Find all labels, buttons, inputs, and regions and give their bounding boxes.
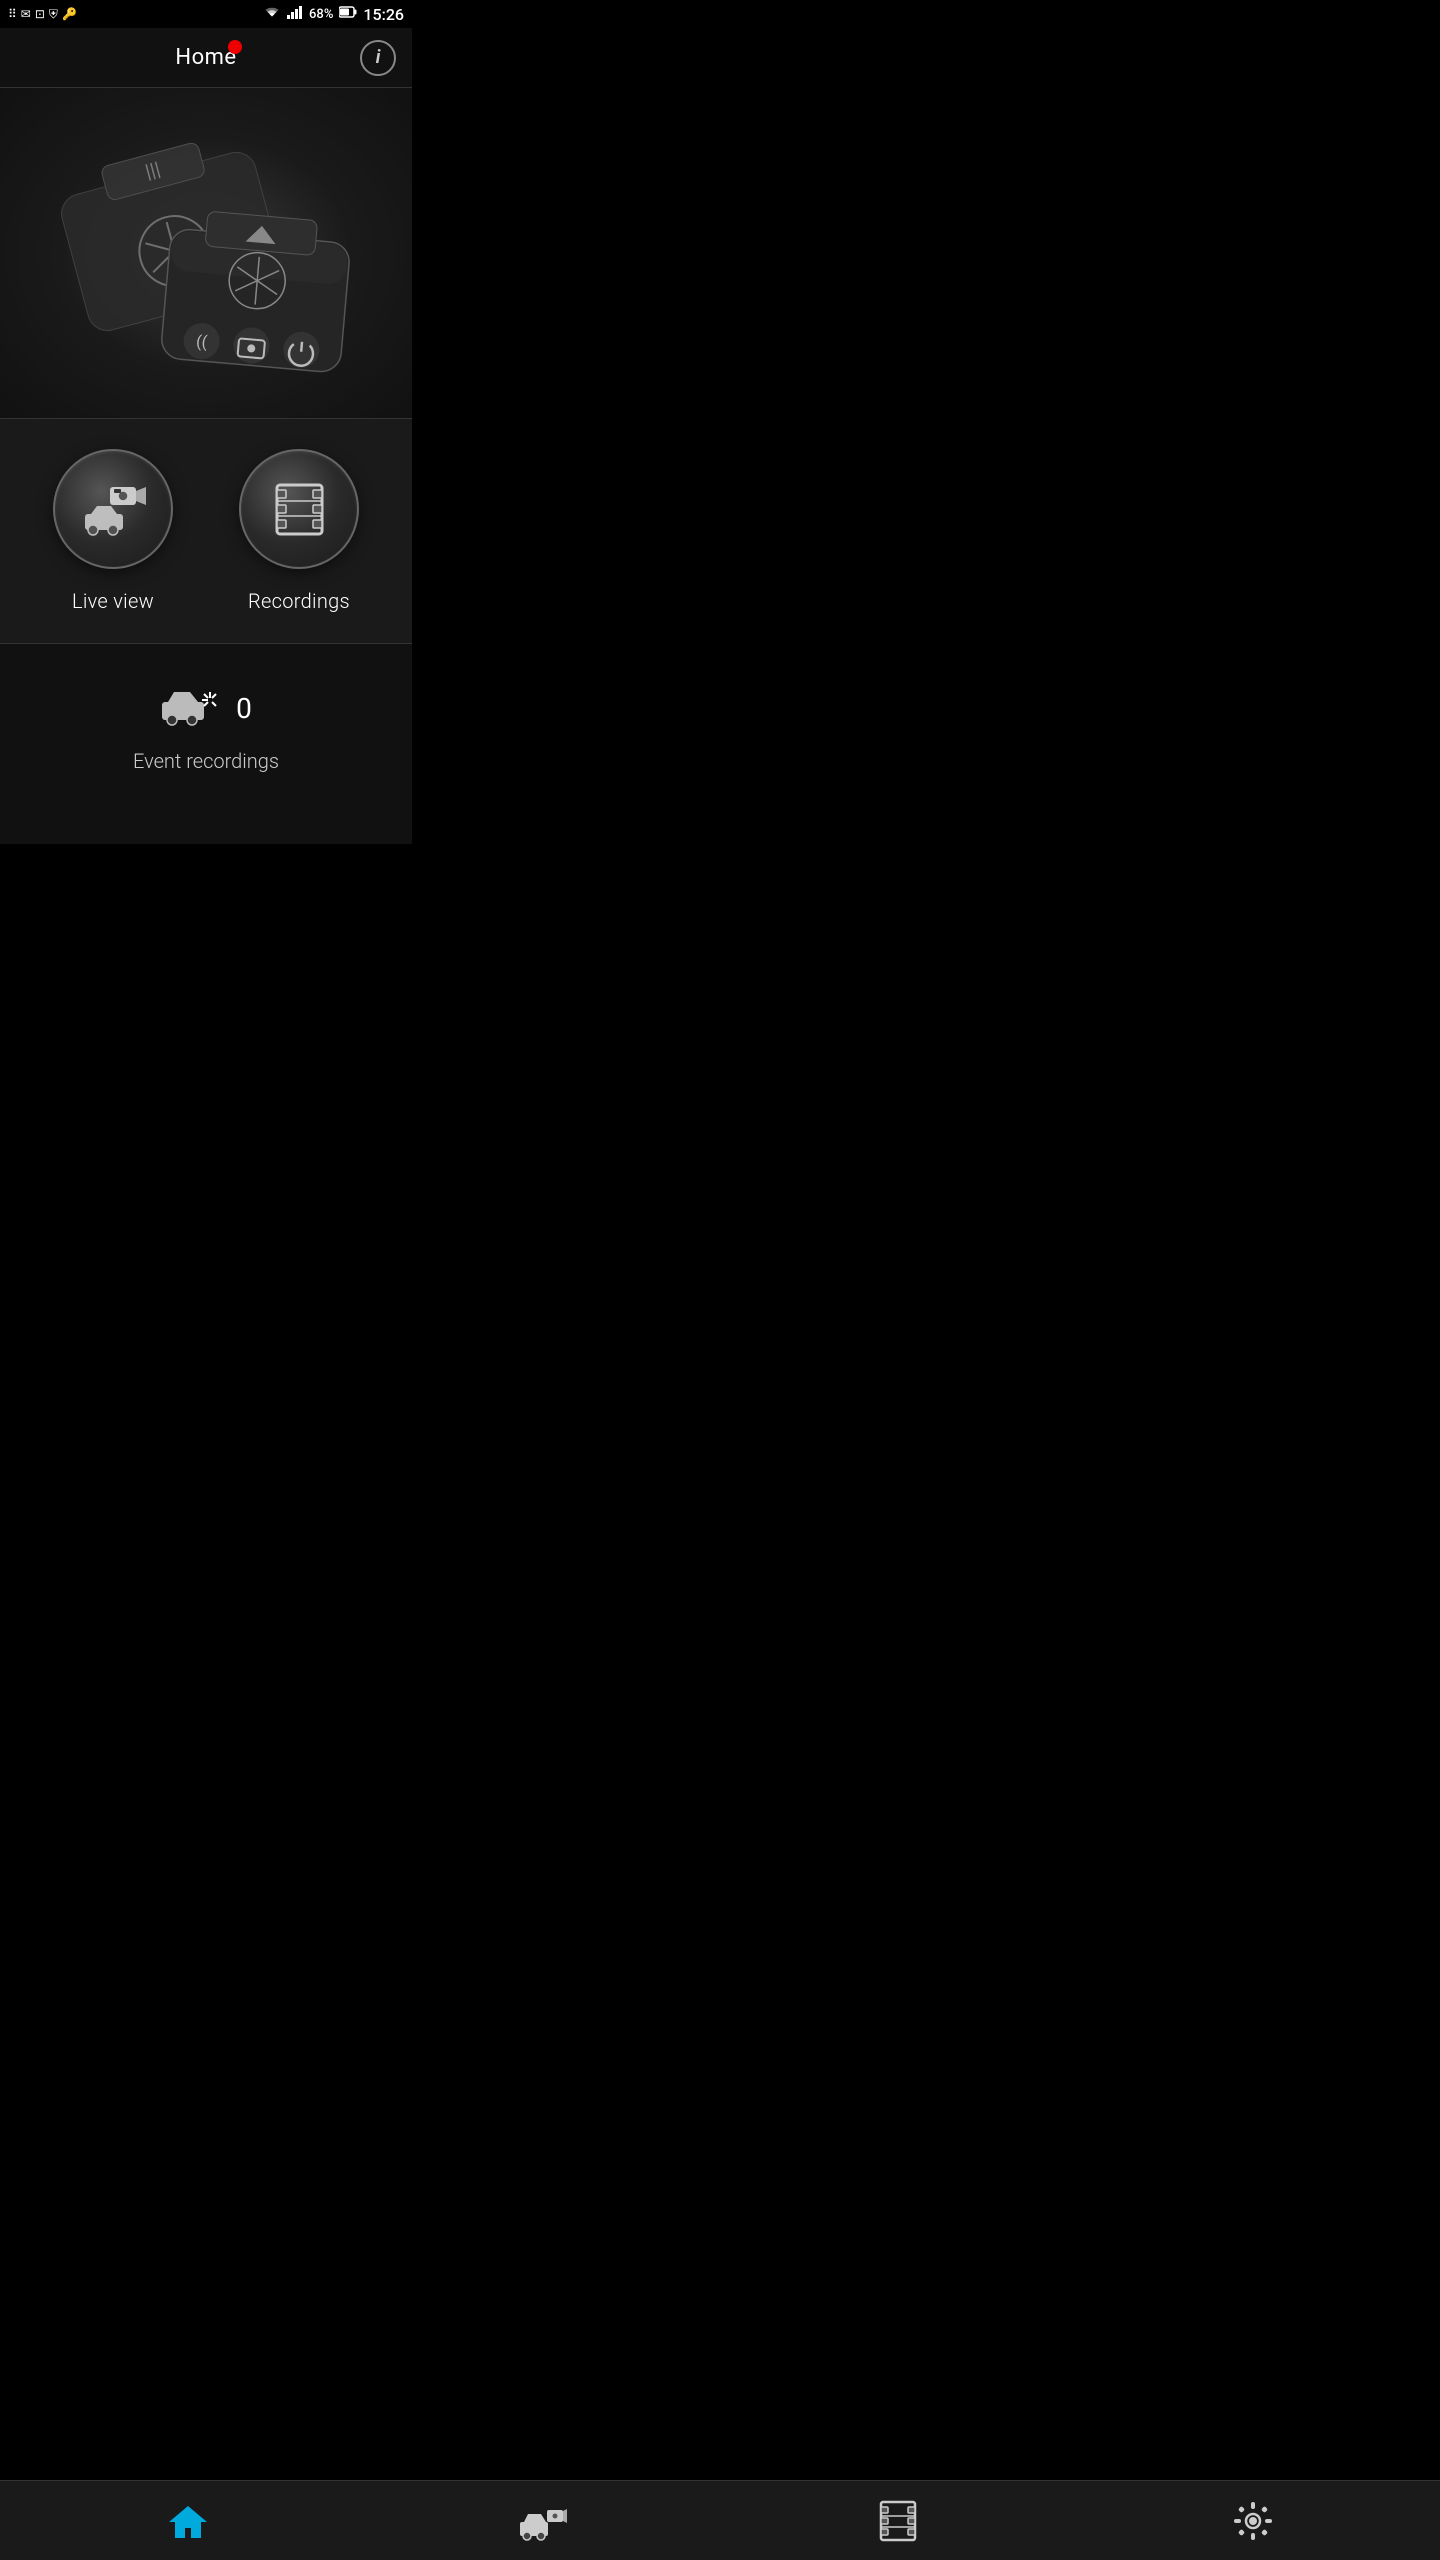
battery-percent: 68% — [309, 7, 333, 22]
overlay-icon: ⊡ — [35, 7, 45, 21]
bottom-navigation — [0, 2480, 1440, 2560]
event-count-row: 0 — [160, 684, 252, 733]
recording-indicator — [228, 40, 242, 54]
nav-recordings[interactable] — [858, 2491, 938, 2551]
signal-icon — [287, 5, 303, 23]
wifi-icon — [263, 5, 281, 23]
header: Home i — [0, 28, 412, 88]
dots-icon: ⠿ — [8, 7, 17, 21]
shield-icon: ⛨ — [49, 7, 58, 22]
info-button[interactable]: i — [360, 40, 396, 76]
status-bar: ⠿ ✉ ⊡ ⛨ 🔑 68% — [0, 0, 412, 28]
live-view-button[interactable]: Live view — [53, 449, 173, 613]
dashcam-device-image: ||| ( — [46, 103, 366, 403]
nav-settings[interactable] — [1213, 2491, 1293, 2551]
status-left-icons: ⠿ ✉ ⊡ ⛨ 🔑 — [8, 7, 77, 22]
live-view-label: Live view — [72, 589, 154, 613]
gmail-icon: ✉ — [21, 7, 31, 21]
recordings-label: Recordings — [248, 589, 350, 613]
main-action-buttons: Live view Recordings — [0, 418, 412, 644]
nav-live-view[interactable] — [503, 2491, 583, 2551]
svg-text:((: (( — [195, 332, 208, 352]
recordings-button[interactable]: Recordings — [239, 449, 359, 613]
key-icon: 🔑 — [62, 7, 77, 21]
device-image-section: ||| ( — [0, 88, 412, 418]
time-display: 15:26 — [363, 5, 404, 24]
recordings-icon — [239, 449, 359, 569]
live-view-icon — [53, 449, 173, 569]
event-count-value: 0 — [236, 692, 252, 725]
battery-icon — [339, 6, 357, 22]
events-section: 0 Event recordings — [0, 644, 412, 844]
nav-home[interactable] — [148, 2491, 228, 2551]
event-car-icon — [160, 684, 220, 733]
event-recordings-label: Event recordings — [133, 749, 279, 773]
status-right-info: 68% 15:26 — [263, 5, 404, 24]
